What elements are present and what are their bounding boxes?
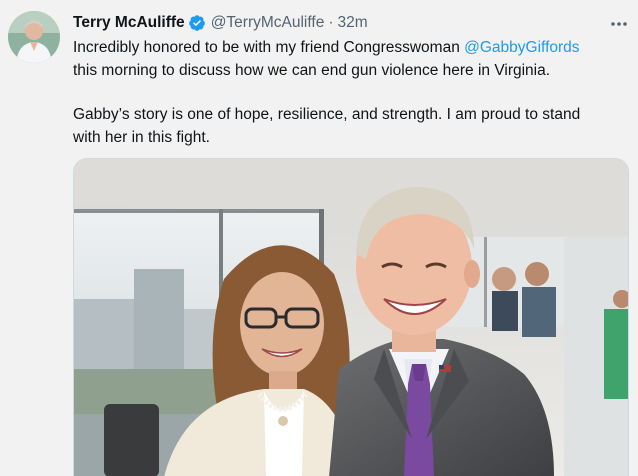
tweet-card[interactable]: Terry McAuliffe @TerryMcAuliffe · 32m In… — [0, 0, 638, 476]
separator-dot: · — [328, 14, 334, 31]
tweet-header: Terry McAuliffe @TerryMcAuliffe · 32m — [73, 12, 368, 34]
author-handle[interactable]: @TerryMcAuliffe — [211, 13, 325, 33]
tweet-timestamp[interactable]: 32m — [338, 13, 368, 33]
tweet-text-part1: Incredibly honored to be with my friend … — [73, 39, 465, 56]
more-dots-icon — [610, 14, 628, 32]
author-avatar[interactable] — [8, 11, 60, 63]
tweet-text-part2: this morning to discuss how we can end g… — [73, 61, 551, 79]
verified-badge-icon — [188, 14, 206, 32]
mention-link[interactable]: @GabbyGiffords — [464, 39, 579, 56]
tweet-text: Incredibly honored to be with my friend … — [73, 37, 628, 149]
tweet-text-paragraph2-line2: with her in this fight. — [73, 128, 210, 146]
tweet-photo[interactable] — [73, 158, 629, 476]
more-options-button[interactable] — [606, 10, 632, 36]
author-name[interactable]: Terry McAuliffe — [73, 13, 185, 33]
tweet-text-paragraph2-line1: Gabby’s story is one of hope, resilience… — [73, 106, 581, 123]
